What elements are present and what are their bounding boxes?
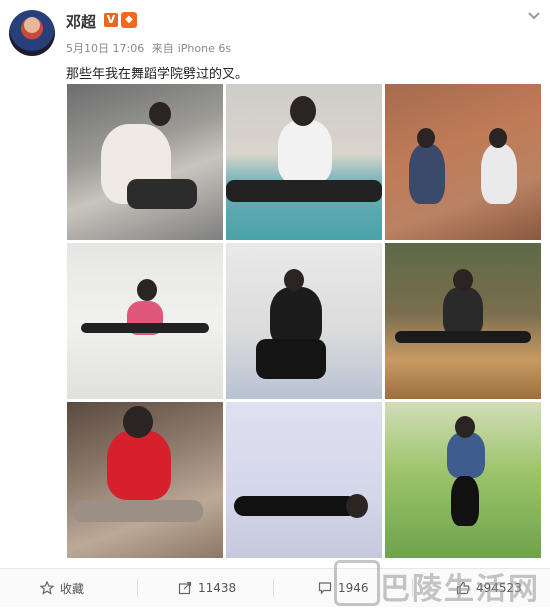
post-header: 邓超 V ◆ 5月10日 17:06 来自 iPhone 6s 那些年我在舞蹈学院… <box>0 0 550 82</box>
post-text: 那些年我在舞蹈学院劈过的叉。 <box>66 67 249 82</box>
favorite-label: 收藏 <box>60 581 85 596</box>
avatar[interactable] <box>9 10 55 56</box>
photo-3[interactable] <box>385 84 541 240</box>
photo-grid <box>67 84 541 558</box>
photo-8[interactable] <box>226 402 382 558</box>
star-icon <box>40 581 54 595</box>
photo-7[interactable] <box>67 402 223 558</box>
photo-5[interactable] <box>226 243 382 399</box>
username[interactable]: 邓超 <box>66 11 96 32</box>
chevron-down-icon[interactable] <box>527 8 541 22</box>
verified-badge: V <box>104 13 118 27</box>
photo-9[interactable] <box>385 402 541 558</box>
watermark: 巴陵生活网 <box>334 558 544 607</box>
photo-1[interactable] <box>67 84 223 240</box>
photo-2[interactable] <box>226 84 382 240</box>
share-icon <box>178 581 192 595</box>
photo-6[interactable] <box>385 243 541 399</box>
post-date[interactable]: 5月10日 17:06 <box>66 42 144 55</box>
watermark-logo-icon <box>334 560 380 606</box>
photo-4[interactable] <box>67 243 223 399</box>
favorite-button[interactable]: 收藏 <box>40 569 84 607</box>
repost-count: 11438 <box>198 581 237 595</box>
comment-icon <box>318 582 332 595</box>
watermark-text: 巴陵生活网 <box>380 572 540 607</box>
repost-button[interactable]: 11438 <box>178 569 236 607</box>
post-meta: 5月10日 17:06 来自 iPhone 6s <box>66 40 235 56</box>
member-badge-icon: ◆ <box>121 12 137 28</box>
divider <box>137 579 138 597</box>
source-prefix: 来自 <box>151 42 174 55</box>
divider <box>273 579 274 597</box>
source-device[interactable]: iPhone 6s <box>178 42 231 55</box>
